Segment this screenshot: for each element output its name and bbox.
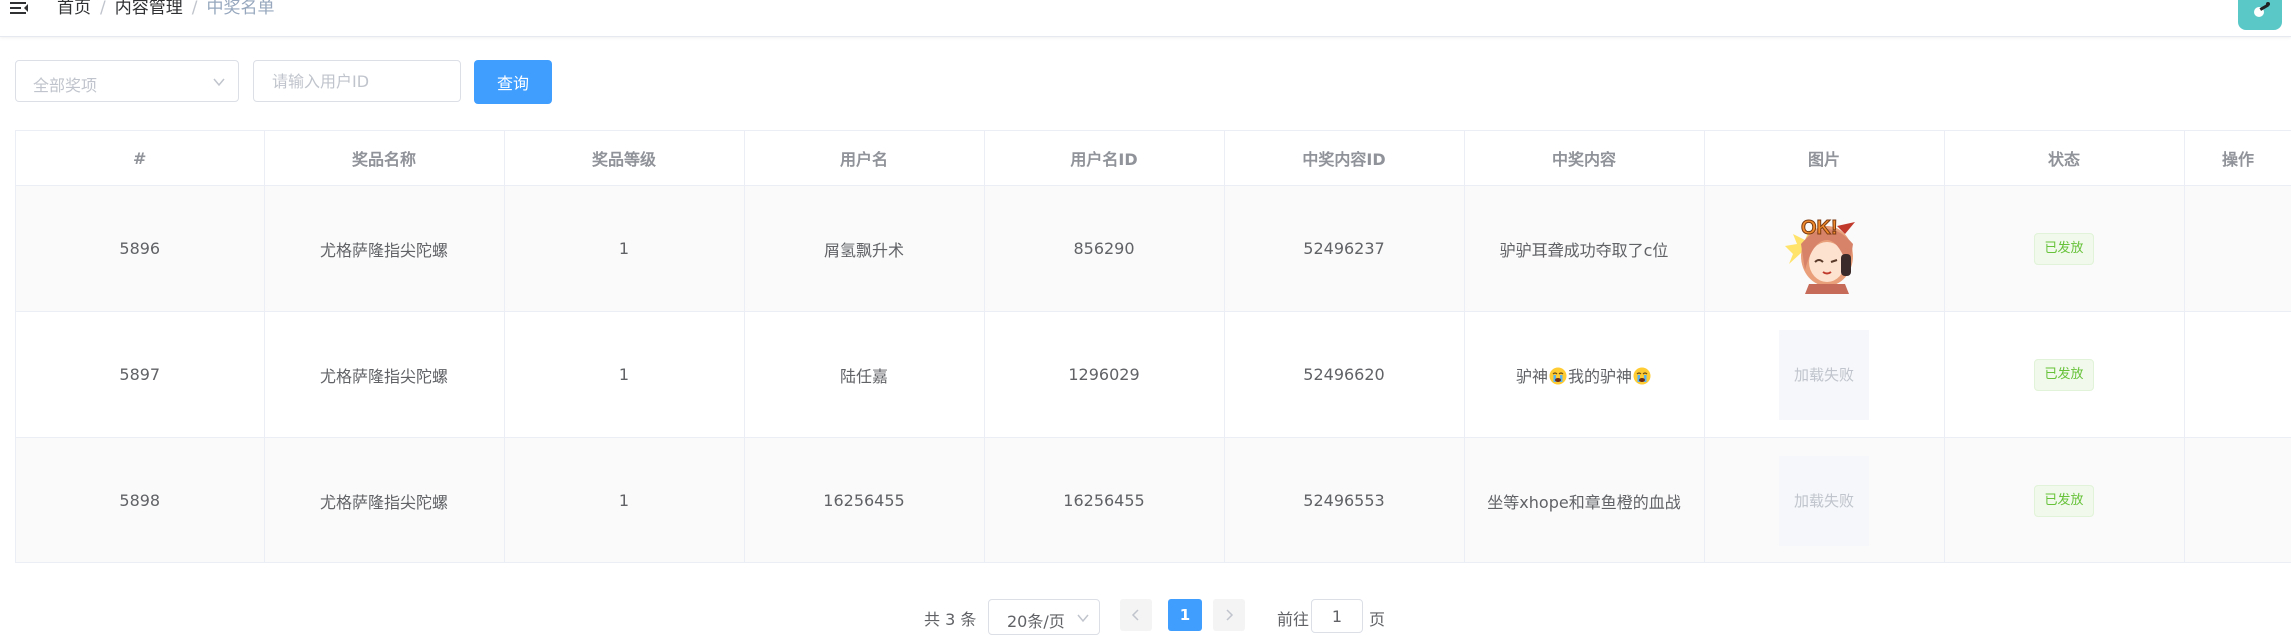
table-header-row: # 奖品名称 奖品等级 用户名 用户名ID 中奖内容ID 中奖内容 图片 状态 … [16, 131, 2291, 186]
table-row: 5896 尤格萨隆指尖陀螺 1 屑氢飘升术 856290 52496237 驴驴… [16, 185, 2291, 312]
column-header-prize-name: 奖品名称 [264, 131, 505, 186]
cell-index: 5897 [16, 311, 265, 438]
column-header-user-id: 用户名ID [984, 131, 1225, 186]
cell-status: 已发放 [1944, 185, 2185, 312]
next-page-button[interactable] [1213, 599, 1245, 631]
query-button[interactable]: 查询 [474, 60, 552, 104]
cell-prize-name: 尤格萨隆指尖陀螺 [264, 437, 505, 562]
breadcrumb-home[interactable]: 首页 [57, 0, 91, 18]
cell-image: OK! [1704, 185, 1945, 312]
cell-content: 驴驴耳聋成功夺取了c位 [1464, 185, 1705, 312]
column-header-status: 状态 [1944, 131, 2185, 186]
column-header-prize-level: 奖品等级 [504, 131, 745, 186]
cell-username: 陆任嘉 [744, 311, 985, 438]
pagination-total: 共 3 条 [924, 610, 977, 629]
cell-actions [2184, 437, 2291, 562]
breadcrumb: 首页 / 内容管理 / 中奖名单 [57, 0, 274, 19]
cell-username: 16256455 [744, 437, 985, 562]
crying-emoji-icon [1549, 367, 1567, 384]
status-tag: 已发放 [2034, 358, 2094, 391]
chevron-down-icon [213, 78, 225, 87]
cell-content-id: 52496553 [1224, 437, 1465, 562]
prize-select-placeholder: 全部奖项 [33, 76, 98, 95]
cell-image: 加载失败 [1704, 437, 1945, 562]
cell-index: 5896 [16, 185, 265, 312]
cell-prize-name: 尤格萨隆指尖陀螺 [264, 185, 505, 312]
svg-text:OK!: OK! [1801, 217, 1838, 239]
content-text: 我的驴神 [1568, 366, 1633, 386]
column-header-content-id: 中奖内容ID [1224, 131, 1465, 186]
hamburger-icon[interactable] [10, 0, 32, 16]
navbar: 首页 / 内容管理 / 中奖名单 [0, 0, 2291, 37]
table-row: 5898 尤格萨隆指尖陀螺 1 16256455 16256455 524965… [16, 437, 2291, 562]
cell-index: 5898 [16, 437, 265, 562]
cell-actions [2184, 185, 2291, 312]
chevron-left-icon [1131, 609, 1139, 621]
cell-content: 坐等xhope和章鱼橙的血战 [1464, 437, 1705, 562]
breadcrumb-separator: / [191, 0, 198, 18]
goto-suffix: 页 [1369, 610, 1386, 629]
column-header-image: 图片 [1704, 131, 1945, 186]
cell-actions [2184, 311, 2291, 438]
cell-content-id: 52496620 [1224, 311, 1465, 438]
status-tag: 已发放 [2034, 232, 2094, 265]
avatar-image-icon [2254, 2, 2270, 17]
user-id-input[interactable] [253, 60, 461, 102]
page-size-select[interactable]: 20条/页 [988, 599, 1100, 635]
column-header-actions: 操作 [2184, 131, 2291, 186]
cell-username: 屑氢飘升术 [744, 185, 985, 312]
cell-prize-level: 1 [504, 311, 745, 438]
goto-page-input[interactable] [1311, 599, 1363, 633]
status-tag: 已发放 [2034, 484, 2094, 517]
breadcrumb-separator: / [100, 0, 106, 18]
cell-image: 加载失败 [1704, 311, 1945, 438]
breadcrumb-content-management[interactable]: 内容管理 [115, 0, 183, 18]
cell-prize-level: 1 [504, 185, 745, 312]
prize-select[interactable]: 全部奖项 [15, 60, 239, 102]
image-load-failed: 加载失败 [1779, 329, 1869, 420]
ok-sticker-image[interactable]: OK! [1779, 204, 1869, 294]
column-header-content: 中奖内容 [1464, 131, 1705, 186]
column-header-index: # [16, 131, 265, 186]
chevron-right-icon [1226, 609, 1234, 621]
table-row: 5897 尤格萨隆指尖陀螺 1 陆任嘉 1296029 52496620 驴神我… [16, 311, 2291, 438]
cell-prize-name: 尤格萨隆指尖陀螺 [264, 311, 505, 438]
pagination: 共 3 条 20条/页 1 前往 页 [0, 596, 2291, 635]
avatar[interactable] [2238, 0, 2282, 30]
prev-page-button[interactable] [1120, 599, 1152, 631]
cell-user-id: 1296029 [984, 311, 1225, 438]
column-header-username: 用户名 [744, 131, 985, 186]
cell-content: 驴神 我的驴神 [1464, 311, 1705, 438]
winners-table: # 奖品名称 奖品等级 用户名 用户名ID 中奖内容ID 中奖内容 图片 状态 … [15, 130, 2291, 563]
cell-prize-level: 1 [504, 437, 745, 562]
page-size-value: 20条/页 [1007, 612, 1065, 631]
cell-status: 已发放 [1944, 437, 2185, 562]
breadcrumb-current: 中奖名单 [206, 0, 275, 18]
cell-status: 已发放 [1944, 311, 2185, 438]
goto-label: 前往 [1277, 610, 1310, 629]
cell-user-id: 856290 [984, 185, 1225, 312]
page-number-current[interactable]: 1 [1168, 599, 1202, 631]
cell-content-id: 52496237 [1224, 185, 1465, 312]
crying-emoji-icon [1633, 367, 1651, 384]
cell-user-id: 16256455 [984, 437, 1225, 562]
content-text: 驴神 [1515, 366, 1548, 386]
image-load-failed: 加载失败 [1779, 455, 1869, 546]
